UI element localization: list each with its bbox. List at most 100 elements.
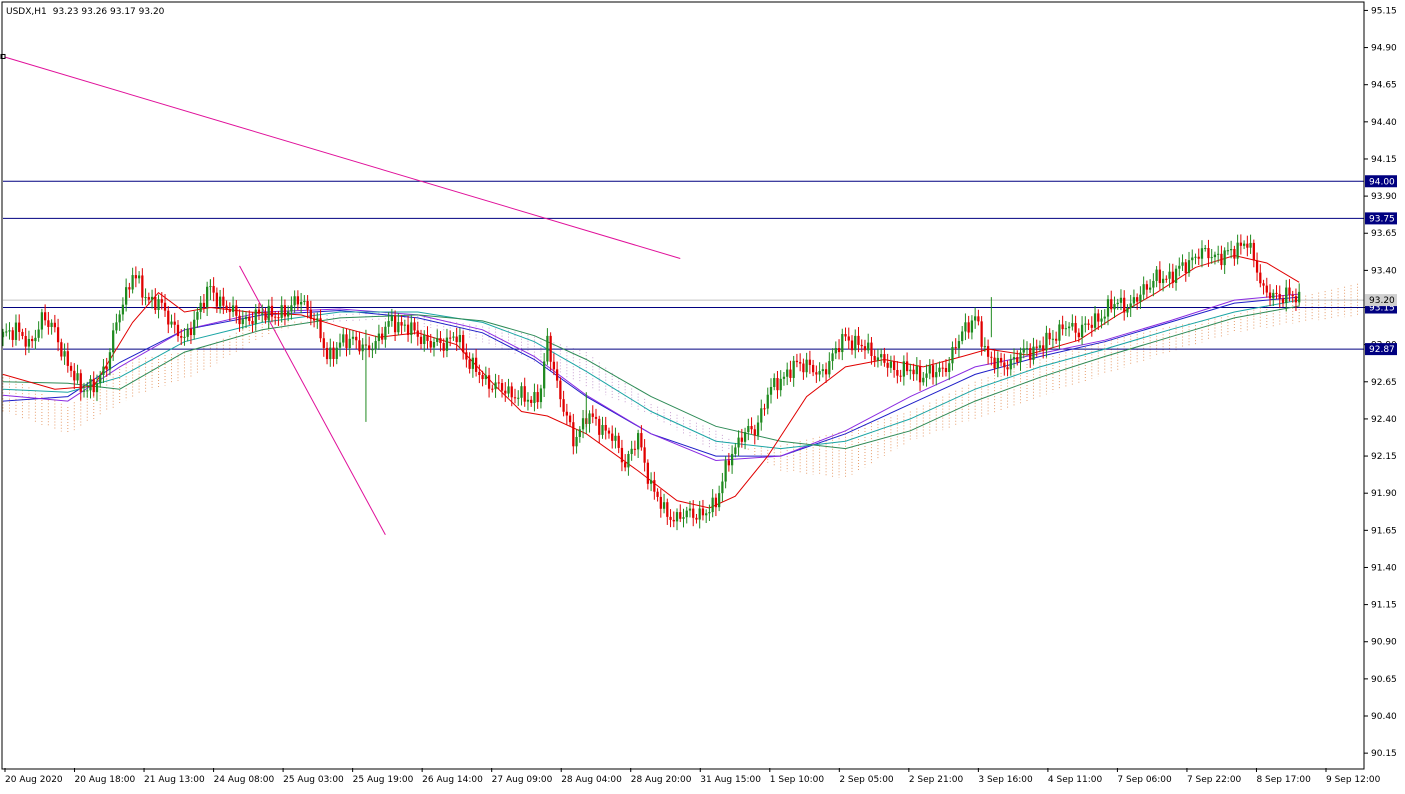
y-tick-label: 93.90 <box>1371 192 1397 202</box>
candle-body <box>905 361 909 372</box>
candle-body <box>769 386 773 395</box>
candle-body <box>892 361 896 370</box>
candle-body <box>640 433 643 448</box>
candle-body <box>766 394 769 409</box>
candle-body <box>1093 313 1097 328</box>
x-tick-label: 2 Sep 05:00 <box>839 775 894 785</box>
candle-body <box>999 357 1003 363</box>
candle-body <box>517 397 520 399</box>
candle-body <box>474 357 478 372</box>
candle-body <box>102 366 105 375</box>
candle-body <box>377 333 381 342</box>
candle-body <box>526 399 530 402</box>
y-tick-label: 95.15 <box>1371 6 1397 16</box>
candle-body <box>1194 256 1197 258</box>
candle-body <box>727 460 731 466</box>
candle-body <box>552 361 556 370</box>
candle-body <box>387 321 390 327</box>
candle-body <box>1132 297 1136 304</box>
candle-body <box>1288 287 1291 295</box>
candle-body <box>1103 316 1106 319</box>
y-tick-label: 94.40 <box>1371 118 1397 128</box>
candle-body <box>931 365 935 378</box>
candle-body <box>578 429 581 437</box>
y-tick-label: 91.90 <box>1371 489 1397 499</box>
candle-body <box>478 371 481 376</box>
candle-body <box>646 462 649 484</box>
candle-body <box>299 301 303 305</box>
candle-body <box>692 508 695 518</box>
candle-body <box>1298 291 1301 303</box>
price-chart[interactable]: 95.15 94.90 94.65 94.40 94.15 93.90 93.65 93.40… <box>0 0 1405 790</box>
candle-body <box>1278 293 1281 299</box>
candle-body <box>1071 323 1074 327</box>
candle-body <box>1084 323 1087 325</box>
candle-body <box>672 519 675 522</box>
candle-body <box>1213 254 1217 258</box>
candle-body <box>1233 249 1236 259</box>
candle-body <box>1226 250 1230 252</box>
candle-body <box>974 316 977 321</box>
candle-body <box>228 308 231 312</box>
candle-body <box>1187 260 1191 273</box>
candle-body <box>611 433 614 441</box>
candle-body <box>886 362 889 368</box>
candle-body <box>1139 294 1142 302</box>
x-tick-label: 1 Sep 10:00 <box>770 775 825 785</box>
candle-body <box>643 447 646 463</box>
x-tick-label: 24 Aug 08:00 <box>214 775 275 785</box>
candle-body <box>465 352 468 360</box>
candle-body <box>351 336 355 339</box>
candle-body <box>760 408 763 423</box>
candle-body <box>1080 324 1084 338</box>
candle-body <box>66 351 69 366</box>
candle-body <box>5 331 8 333</box>
candle-body <box>416 330 419 337</box>
candle-body <box>60 342 63 357</box>
candle-body <box>1074 323 1077 333</box>
candle-body <box>1119 297 1123 303</box>
candle-body <box>922 377 925 383</box>
x-tick-label: 25 Aug 19:00 <box>353 775 414 785</box>
x-tick-label: 25 Aug 03:00 <box>283 775 344 785</box>
candle-body <box>776 378 779 391</box>
candle-body <box>118 314 121 323</box>
y-tick-label: 94.90 <box>1371 44 1397 54</box>
candle-body <box>711 497 714 513</box>
candle-body <box>559 380 562 400</box>
candle-body <box>413 322 416 331</box>
candle-body <box>873 356 876 361</box>
candle-body <box>1145 284 1149 290</box>
candle-body <box>251 320 254 324</box>
candle-body <box>1116 302 1119 305</box>
candle-body <box>854 335 857 351</box>
candle-body <box>828 361 831 375</box>
candle-body <box>708 512 711 514</box>
candle-body <box>332 347 335 359</box>
candle-body <box>316 318 319 321</box>
candle-body <box>1242 243 1246 246</box>
candle-body <box>342 334 345 343</box>
candle-body <box>141 275 144 298</box>
y-tick-label: 92.15 <box>1371 452 1397 462</box>
candle-body <box>1259 272 1262 284</box>
candle-body <box>824 369 828 375</box>
x-tick-label: 2 Sep 21:00 <box>909 775 964 785</box>
candle-body <box>348 338 351 348</box>
candle-body <box>406 324 410 335</box>
candle-body <box>1152 280 1155 288</box>
candle-body <box>896 369 899 376</box>
candle-body <box>1148 287 1152 290</box>
candle-body <box>530 399 533 403</box>
candle-body <box>614 435 617 441</box>
candle-body <box>270 305 274 317</box>
candle-body <box>562 399 565 412</box>
candle-body <box>617 435 620 448</box>
chart-window: 95.15 94.90 94.65 94.40 94.15 93.90 93.65 93.40… <box>0 0 1405 790</box>
candle-body <box>786 369 789 377</box>
candle-body <box>867 342 870 351</box>
candle-body <box>290 305 293 312</box>
candle-body <box>491 388 494 390</box>
candle-body <box>410 322 413 335</box>
candle-body <box>821 369 824 372</box>
